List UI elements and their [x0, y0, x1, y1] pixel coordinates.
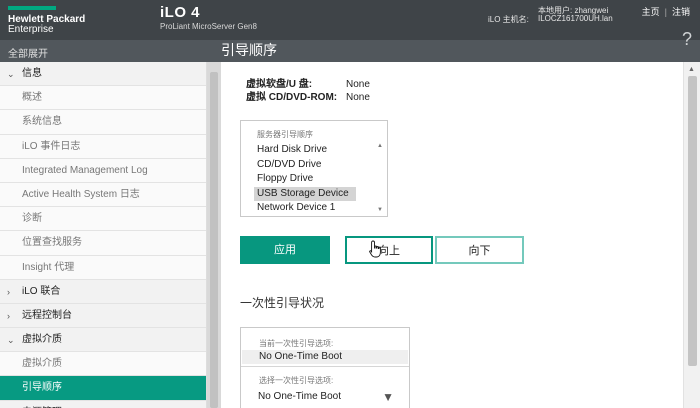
sidebar-item-2[interactable]: 系统信息 — [0, 110, 206, 135]
sidebar-scroll-thumb[interactable] — [210, 72, 218, 408]
boot-order-item[interactable]: CD/DVD Drive — [254, 158, 356, 172]
sidebar-item-11[interactable]: ⌄ 虚拟介质 — [0, 328, 206, 353]
sub-header: 全部展开 引导顺序 — [0, 40, 700, 62]
hpe-logo-bar — [8, 6, 56, 10]
content-scroll-thumb[interactable] — [688, 76, 697, 366]
page-title: 引导顺序 — [221, 42, 277, 58]
sidebar-item-label: 概述 — [22, 92, 42, 104]
sidebar-item-label: iLO 联合 — [22, 285, 61, 297]
boot-order-item[interactable]: Hard Disk Drive — [254, 143, 356, 157]
sidebar-item-14[interactable]: ›电源管理 — [0, 400, 206, 408]
virtual-cd-label: 虚拟 CD/DVD-ROM: — [246, 92, 338, 103]
virtual-cd-row: 虚拟 CD/DVD-ROM: None — [246, 88, 370, 103]
sidebar-item-0[interactable]: ⌄ 信息 — [0, 62, 206, 87]
boot-order-listbox[interactable]: 服务器引导顺序 ▲ ▼ Hard Disk Drive CD/DVD Drive F… — [240, 120, 388, 217]
virtual-cd-value: None — [346, 92, 370, 103]
chevron-down-icon[interactable]: ▼ — [382, 390, 394, 404]
sidebar-nav: ⌄ 信息概述系统信息 iLO 事件日志 Integrated Management L… — [0, 62, 207, 408]
sidebar-item-label: Insight 代理 — [22, 261, 75, 273]
product-name: iLO 4 — [160, 4, 201, 21]
sidebar-item-3[interactable]: iLO 事件日志 — [0, 134, 206, 159]
expand-all-button[interactable]: 全部展开 — [8, 45, 48, 60]
one-time-boot-title: 一次性引导状况 — [240, 296, 325, 310]
boot-order-item[interactable]: USB Storage Device — [254, 186, 356, 201]
sidebar-item-label: 系统信息 — [22, 116, 62, 128]
hpe-logo: Hewlett Packard Enterprise — [8, 6, 98, 35]
sidebar-item-label: 诊断 — [22, 213, 42, 225]
top-links: 主页 | 注销 — [642, 5, 690, 18]
boot-order-scrollbar[interactable]: ▲ ▼ — [377, 143, 385, 213]
sidebar-item-label: Active Health System 日志 — [22, 188, 140, 200]
chevron-down-icon: ⌄ — [7, 335, 15, 346]
ilo-host-label: iLO 主机名: — [488, 15, 529, 24]
chevron-down-icon: ⌄ — [7, 69, 15, 79]
one-time-boot-panel: 当前一次性引导选项: No One-Time Boot 选择一次性引导选项: N… — [240, 327, 410, 408]
link-separator: | — [664, 7, 667, 17]
hand-pointer-icon — [369, 240, 381, 258]
home-link[interactable]: 主页 — [642, 7, 660, 17]
top-header: Hewlett Packard Enterprise iLO 4 ProLian… — [0, 0, 700, 40]
sidebar-scrollbar[interactable] — [207, 62, 221, 408]
logout-link[interactable]: 注销 — [672, 7, 690, 17]
sidebar-item-4[interactable]: Integrated Management Log — [0, 158, 206, 183]
sidebar-item-label: Integrated Management Log — [22, 164, 148, 176]
current-one-time-value: No One-Time Boot — [242, 350, 408, 364]
product-info: iLO 4 ProLiant MicroServer Gen8 — [160, 4, 257, 31]
brand-line2: Enterprise — [8, 24, 54, 35]
current-one-time-label: 当前一次性引导选项: — [259, 339, 334, 348]
chevron-right-icon: › — [7, 401, 10, 408]
chevron-right-icon: › — [7, 286, 10, 297]
apply-button[interactable]: 应用 — [240, 236, 330, 264]
ilo-host-value: ILOCZ161700UH.lan — [538, 14, 613, 23]
sidebar-item-9[interactable]: › iLO 联合 — [0, 279, 206, 304]
chevron-right-icon: › — [7, 310, 10, 321]
sidebar-item-5[interactable]: Active Health System 日志 — [0, 182, 206, 208]
select-one-time-label: 选择一次性引导选项: — [259, 376, 334, 385]
sidebar-item-12[interactable]: 虚拟介质 — [0, 352, 206, 377]
content-scrollbar[interactable]: ▲ — [683, 62, 700, 408]
sidebar-item-10[interactable]: › 远程控制台 — [0, 303, 206, 329]
boot-order-heading: 服务器引导顺序 — [257, 130, 313, 139]
sidebar-item-7[interactable]: 位置查找服务 — [0, 231, 206, 256]
content-scroll-up-icon[interactable]: ▲ — [688, 66, 695, 73]
boot-order-item[interactable]: Floppy Drive — [254, 172, 356, 186]
one-time-select-value: No One-Time Boot — [258, 391, 341, 402]
help-icon[interactable]: ? — [682, 29, 692, 50]
scroll-up-icon[interactable]: ▲ — [377, 143, 383, 149]
boot-order-item[interactable]: Network Device 1 — [254, 201, 356, 215]
move-up-button[interactable]: 向上 — [345, 236, 433, 264]
sidebar-item-13[interactable]: 引导顺序 — [0, 376, 206, 401]
product-model: ProLiant MicroServer Gen8 — [160, 22, 257, 31]
sidebar-item-label: 虚拟介质 — [22, 334, 62, 346]
sidebar-item-6[interactable]: 诊断 — [0, 207, 206, 232]
sidebar-item-1[interactable]: 概述 — [0, 86, 206, 111]
sidebar-item-label: iLO 事件日志 — [22, 140, 81, 152]
sidebar-item-label: 虚拟介质 — [22, 358, 62, 370]
sidebar-item-8[interactable]: Insight 代理 — [0, 255, 206, 280]
scroll-down-icon[interactable]: ▼ — [377, 207, 383, 213]
one-time-boot-select[interactable]: No One-Time Boot ▼ — [242, 390, 408, 404]
move-down-button[interactable]: 向下 — [435, 236, 524, 264]
sidebar-item-label: 位置查找服务 — [22, 237, 82, 249]
sidebar-item-label: 信息 — [22, 68, 42, 79]
main-content: 虚拟软盘/U 盘: None 虚拟 CD/DVD-ROM: None 服务器引导顺序… — [221, 62, 683, 408]
sidebar-item-label: 引导顺序 — [22, 382, 62, 394]
sidebar-item-label: 远程控制台 — [22, 309, 72, 321]
one-time-divider — [241, 366, 409, 367]
